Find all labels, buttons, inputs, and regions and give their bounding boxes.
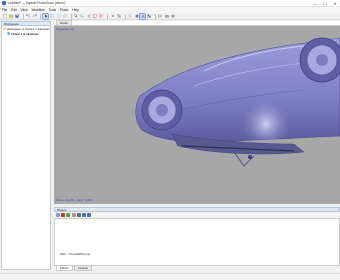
main-toolbar: [0, 12, 340, 20]
status-bar: [0, 273, 340, 280]
rectangle-select-icon[interactable]: [50, 14, 55, 19]
window-title: Untitled* — Agisoft PhotoScan (demo): [8, 1, 66, 5]
undo-icon[interactable]: [26, 14, 31, 19]
tree-item-label: Workspace (1 chunks, 1 cameras): [7, 26, 50, 31]
viewport-overlay-top: Perspective 30°: [56, 28, 75, 31]
tree-item-chunk[interactable]: Chunk 1 (1 cameras): [2, 31, 50, 36]
tab-console[interactable]: Console: [73, 266, 92, 271]
photos-panel-title: Photos: [57, 207, 67, 212]
save-icon[interactable]: [15, 14, 20, 19]
menu-edit[interactable]: Edit: [11, 8, 17, 12]
minimize-button[interactable]: —: [310, 0, 320, 7]
workspace-icon: [3, 27, 6, 30]
menu-photo[interactable]: Photo: [60, 8, 68, 12]
resize-region-icon[interactable]: [93, 14, 98, 19]
toolbar-separator: [22, 13, 24, 19]
menu-view[interactable]: View: [21, 8, 28, 12]
mesh-icon[interactable]: [139, 12, 147, 20]
viewport-overlay-bottom: Dense: 103,291 · Mesh: 51,399: [56, 199, 93, 202]
menu-help[interactable]: Help: [72, 8, 79, 12]
workspace-title: Workspace: [4, 21, 19, 26]
camera-icon[interactable]: [164, 14, 169, 19]
toolbar-separator: [124, 13, 126, 19]
app-logo-icon: [2, 1, 6, 5]
toolbar-separator: [154, 13, 156, 19]
redo-icon[interactable]: [32, 14, 37, 19]
title-bar: Untitled* — Agisoft PhotoScan (demo) — ☐…: [0, 0, 340, 7]
menu-tools[interactable]: Tools: [49, 8, 56, 12]
remove-photos-icon[interactable]: [61, 213, 66, 217]
toolbar-separator: [107, 13, 109, 19]
delete-icon[interactable]: [110, 14, 115, 19]
window-controls: — ☐ ✕: [310, 0, 340, 7]
close-button[interactable]: ✕: [330, 0, 340, 7]
console-path-line: Path: ..\Cloud\IMG4.png: [60, 252, 91, 256]
toolbar-separator: [40, 13, 42, 19]
dense-cloud-icon[interactable]: [134, 14, 139, 19]
view-mode-icon[interactable]: [81, 213, 86, 217]
crop-icon[interactable]: [116, 14, 121, 19]
photos-pane: Path: ..\Cloud\IMG4.png: [54, 218, 340, 266]
menu-workflow[interactable]: Workflow: [32, 8, 45, 12]
car-mesh-render: [135, 37, 340, 167]
rotate-icon[interactable]: [80, 14, 85, 19]
reset-icon[interactable]: [76, 213, 81, 217]
free-select-icon[interactable]: [62, 14, 67, 19]
rotate-region-icon[interactable]: [99, 14, 104, 19]
texture-icon[interactable]: [147, 14, 152, 19]
enable-camera-icon[interactable]: [66, 213, 71, 217]
tab-photos[interactable]: Photos: [56, 266, 73, 271]
toolbar-separator: [70, 13, 72, 19]
bottom-tab-bar: Photos Console: [54, 266, 340, 272]
circle-select-icon[interactable]: [56, 14, 61, 19]
move-icon[interactable]: [86, 14, 91, 19]
disable-camera-icon[interactable]: [71, 213, 76, 217]
zoom-icon[interactable]: [74, 14, 79, 19]
add-photos-icon[interactable]: [56, 213, 60, 217]
open-folder-icon[interactable]: [8, 14, 13, 19]
model-viewport[interactable]: Perspective 30° Dense: 103,291 · Mesh: 5…: [54, 26, 340, 204]
thumbnails-icon[interactable]: [87, 213, 92, 217]
reset-view-icon[interactable]: [171, 14, 176, 19]
chunk-icon: [7, 32, 10, 35]
new-file-icon[interactable]: [2, 14, 7, 19]
perspective-icon[interactable]: [158, 14, 163, 19]
points-icon[interactable]: [128, 14, 133, 19]
navigation-icon[interactable]: [42, 12, 50, 20]
menu-file[interactable]: File: [2, 8, 7, 12]
tree-item-workspace[interactable]: Workspace (1 chunks, 1 cameras): [2, 26, 50, 31]
tab-model[interactable]: Model: [56, 20, 72, 25]
maximize-button[interactable]: ☐: [320, 0, 330, 7]
workspace-panel: Workspace (1 chunks, 1 cameras) Chunk 1 …: [1, 26, 51, 270]
tree-item-label: Chunk 1 (1 cameras): [11, 31, 39, 36]
